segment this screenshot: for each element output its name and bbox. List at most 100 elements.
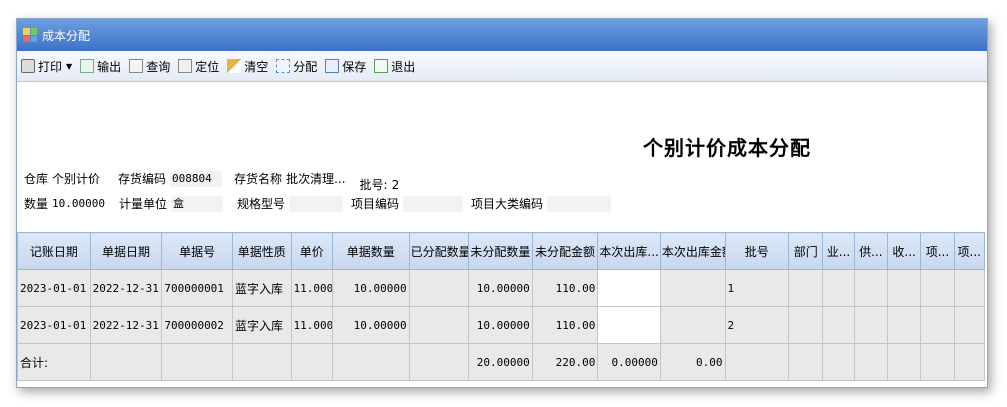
outbound-qty-input[interactable]	[597, 306, 661, 344]
chevron-down-icon[interactable]: ▼	[66, 62, 72, 71]
grid-cell	[920, 343, 955, 381]
grid-cell[interactable]	[822, 306, 855, 344]
print-button[interactable]: 打印 ▼	[21, 58, 72, 75]
grid-cell[interactable]: 11.000	[290, 269, 333, 307]
grid-cell	[886, 343, 922, 381]
export-label: 输出	[97, 59, 122, 74]
grid-cell	[408, 343, 470, 381]
grid-cell[interactable]	[920, 269, 955, 307]
grid-cell[interactable]	[408, 306, 470, 344]
col-header[interactable]: 单据性质	[231, 232, 292, 270]
batch-label: 批号:	[359, 178, 388, 192]
grid-cell[interactable]: 11.000	[290, 306, 333, 344]
col-header[interactable]: 收...	[886, 232, 922, 270]
total-outbound-amount: 0.00	[659, 343, 726, 381]
col-header[interactable]: 单据日期	[89, 232, 163, 270]
col-header[interactable]: 单据数量	[331, 232, 410, 270]
spec-label: 规格型号	[237, 197, 286, 211]
grid-cell[interactable]: 10.00000	[468, 269, 533, 307]
grid-cell[interactable]: 10.00000	[331, 306, 410, 344]
grid-cell[interactable]: 1	[724, 269, 790, 307]
grid-cell	[89, 343, 163, 381]
grid-cell[interactable]: 蓝字入库	[231, 306, 292, 344]
col-header[interactable]: 未分配金额	[531, 232, 599, 270]
grid-cell	[953, 343, 985, 381]
col-header[interactable]: 单据号	[161, 232, 233, 270]
locate-button[interactable]: 定位	[178, 58, 219, 75]
grid-cell	[290, 343, 333, 381]
col-header[interactable]: 供...	[853, 232, 888, 270]
quantity-value: 10.00000	[52, 197, 105, 210]
toolbar: 打印 ▼ 输出 查询 定位 清空 分配 保存 退出	[17, 51, 987, 82]
inventory-name-value: 批次清理...	[286, 172, 346, 186]
total-unallocated-qty: 20.00000	[468, 343, 533, 381]
grid-cell[interactable]: 2022-12-31	[89, 306, 163, 344]
unit-label: 计量单位	[119, 197, 168, 211]
grid-cell[interactable]	[788, 269, 824, 307]
col-header[interactable]: 记账日期	[17, 232, 91, 270]
allocate-button[interactable]: 分配	[276, 58, 317, 75]
table-row[interactable]: 2023-01-01 2022-12-31 700000002 蓝字入库 11.…	[17, 306, 985, 344]
col-header[interactable]: 项...	[920, 232, 955, 270]
col-header[interactable]: 本次出库...	[597, 232, 661, 270]
col-header[interactable]: 未分配数量	[468, 232, 533, 270]
col-header[interactable]: 已分配数量	[408, 232, 470, 270]
grid-cell[interactable]: 2	[724, 306, 790, 344]
col-header[interactable]: 批号	[724, 232, 790, 270]
grid-cell[interactable]: 2022-12-31	[89, 269, 163, 307]
grid-cell[interactable]	[953, 306, 985, 344]
clear-label: 清空	[244, 59, 269, 74]
grid-header-row: 记账日期 单据日期 单据号 单据性质 单价 单据数量 已分配数量 未分配数量 未…	[17, 232, 985, 270]
project-category-value	[547, 195, 612, 212]
outbound-qty-input[interactable]	[597, 269, 661, 307]
project-code-label: 项目编码	[351, 197, 400, 211]
export-button[interactable]: 输出	[80, 58, 121, 75]
app-icon	[23, 28, 37, 42]
grid-cell[interactable]: 2023-01-01	[17, 269, 91, 307]
grid-cell[interactable]	[853, 269, 888, 307]
grid-cell[interactable]: 2023-01-01	[17, 306, 91, 344]
col-header[interactable]: 项...	[953, 232, 985, 270]
grid-cell[interactable]: 700000001	[161, 269, 233, 307]
col-header[interactable]: 业...	[822, 232, 855, 270]
grid-cell[interactable]	[886, 306, 922, 344]
allocate-icon	[276, 59, 291, 73]
total-row: 合计: 20.00000 220.00 0.00000 0.00	[17, 343, 985, 381]
exit-icon	[374, 59, 389, 73]
grid-cell[interactable]	[408, 269, 470, 307]
save-label: 保存	[342, 59, 367, 74]
exit-button[interactable]: 退出	[374, 58, 415, 75]
grid-cell[interactable]	[659, 269, 726, 307]
project-category-label: 项目大类编码	[471, 197, 544, 211]
broom-icon	[227, 59, 242, 73]
warehouse-label: 仓库	[24, 172, 49, 186]
allocate-label: 分配	[293, 59, 318, 74]
printer-icon	[21, 59, 35, 73]
grid-cell[interactable]	[920, 306, 955, 344]
grid-cell[interactable]	[886, 269, 922, 307]
grid-cell[interactable]: 蓝字入库	[231, 269, 292, 307]
window-title: 成本分配	[42, 28, 91, 43]
grid-cell[interactable]	[953, 269, 985, 307]
col-header[interactable]: 本次出库金额	[659, 232, 726, 270]
grid-cell[interactable]	[659, 306, 726, 344]
col-header[interactable]: 部门	[788, 232, 824, 270]
query-icon	[129, 59, 144, 73]
col-header[interactable]: 单价	[290, 232, 333, 270]
grid-cell	[231, 343, 292, 381]
query-button[interactable]: 查询	[129, 58, 170, 75]
grid-cell[interactable]: 110.00	[531, 269, 599, 307]
save-button[interactable]: 保存	[325, 58, 366, 75]
title-bar[interactable]: 成本分配	[17, 19, 987, 51]
grid-cell[interactable]: 700000002	[161, 306, 233, 344]
header-row-2: 数量 10.00000 计量单位 盒 规格型号 项目编码 项目大类编码	[24, 195, 625, 212]
table-row[interactable]: 2023-01-01 2022-12-31 700000001 蓝字入库 11.…	[17, 269, 985, 307]
grid-cell[interactable]	[788, 306, 824, 344]
clear-button[interactable]: 清空	[227, 58, 268, 75]
grid-cell[interactable]: 10.00000	[468, 306, 533, 344]
grid-cell[interactable]	[853, 306, 888, 344]
grid-cell[interactable]	[822, 269, 855, 307]
grid-cell[interactable]: 110.00	[531, 306, 599, 344]
grid-cell[interactable]: 10.00000	[331, 269, 410, 307]
grid-cell	[822, 343, 855, 381]
